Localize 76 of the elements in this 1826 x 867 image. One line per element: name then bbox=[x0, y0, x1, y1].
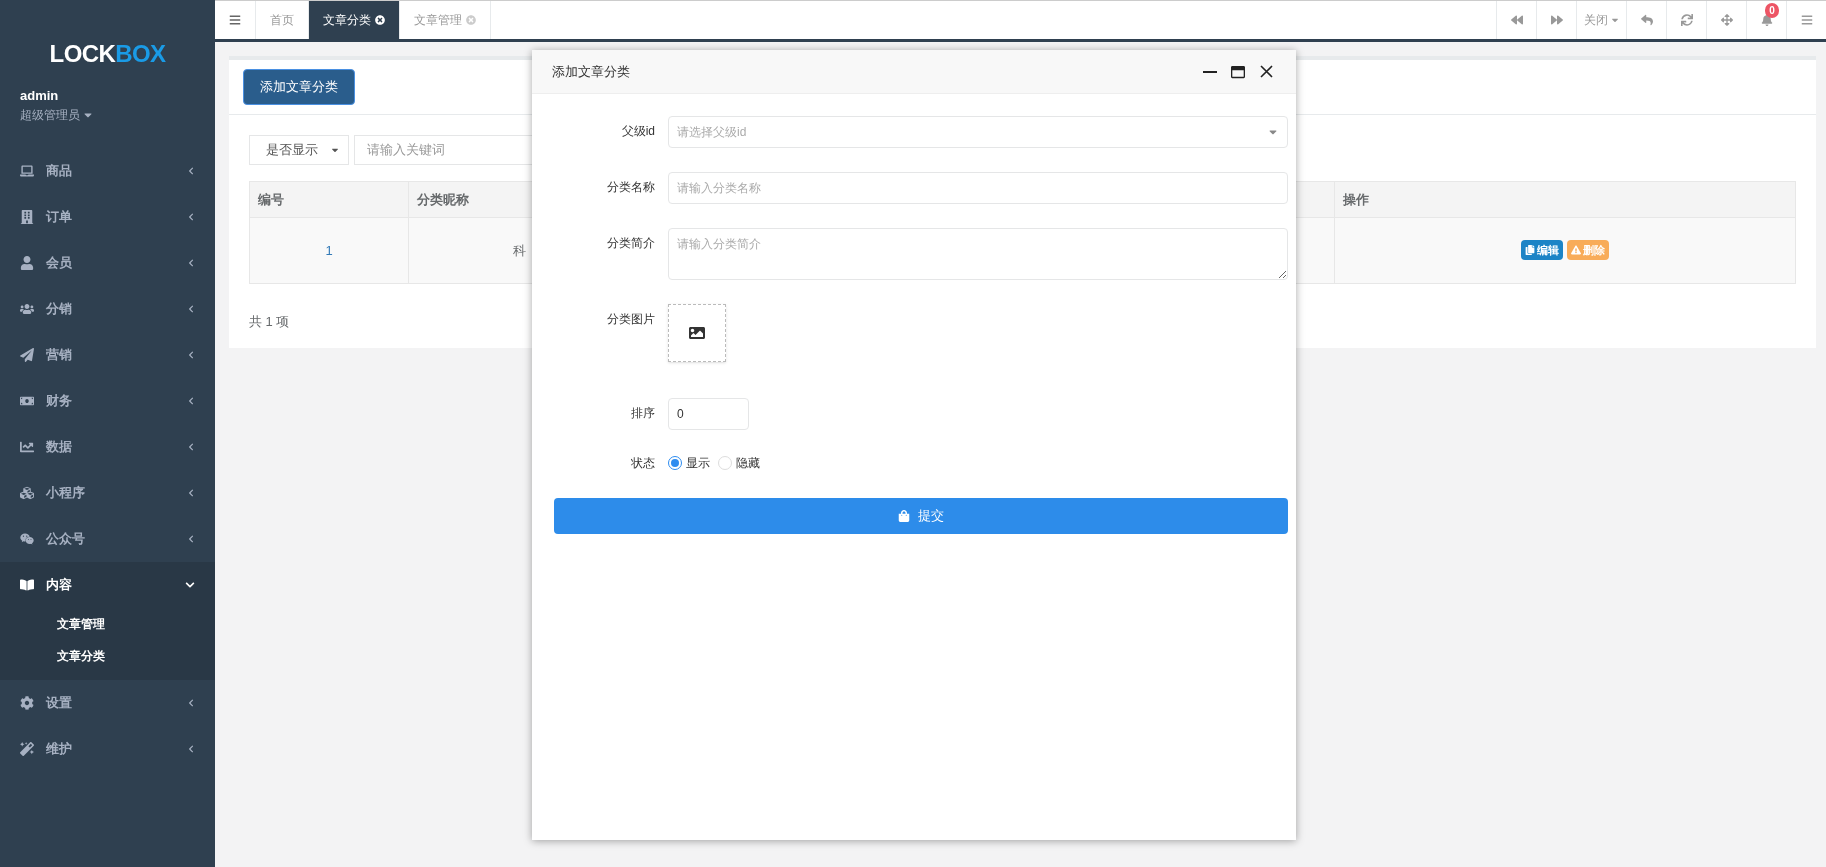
radio-label: 显示 bbox=[686, 455, 710, 472]
notification-badge: 0 bbox=[1765, 3, 1779, 18]
sidebar-item[interactable]: 数据 bbox=[0, 423, 215, 470]
field-label: 分类图片 bbox=[606, 311, 656, 328]
chevron-left-icon bbox=[187, 744, 195, 753]
close-menu-button[interactable]: 关闭 bbox=[1576, 1, 1626, 39]
chevron-left-icon bbox=[187, 350, 195, 359]
chevron-left-icon bbox=[187, 258, 195, 267]
cubes-icon bbox=[20, 485, 34, 500]
sidebar-item[interactable]: 营销 bbox=[0, 331, 215, 378]
menu-icon bbox=[229, 14, 241, 26]
user-icon bbox=[20, 255, 34, 270]
dialog-title: 添加文章分类 bbox=[552, 62, 631, 81]
close-icon bbox=[1259, 65, 1273, 78]
chevron-left-icon bbox=[187, 534, 195, 543]
chevron-down-icon bbox=[185, 579, 195, 590]
chat-bubbles-icon bbox=[20, 531, 34, 546]
building-icon bbox=[20, 209, 34, 224]
move-icon bbox=[1720, 14, 1733, 26]
sidebar-item[interactable]: 商品 bbox=[0, 147, 215, 194]
chevron-left-icon bbox=[187, 166, 195, 175]
warning-icon bbox=[1571, 245, 1581, 256]
chevron-left-icon bbox=[187, 488, 195, 497]
sidebar-item[interactable]: 分销 bbox=[0, 285, 215, 332]
column-header: 编号 bbox=[249, 181, 409, 218]
table-cell: 1 bbox=[249, 217, 409, 284]
sidebar-item[interactable]: 会员 bbox=[0, 239, 215, 286]
user-name: admin bbox=[20, 87, 60, 105]
rewind-icon bbox=[1510, 14, 1523, 26]
logo: LOCKBOX bbox=[49, 42, 166, 66]
sidebar-item[interactable]: 订单 bbox=[0, 193, 215, 240]
sidebar-item[interactable]: 内容 bbox=[0, 561, 215, 608]
magic-wand-icon bbox=[20, 741, 34, 756]
reply-icon bbox=[1640, 14, 1653, 26]
book-icon bbox=[20, 577, 34, 592]
bag-icon bbox=[898, 510, 910, 522]
field-label: 状态 bbox=[630, 455, 656, 472]
field-label: 排序 bbox=[630, 405, 656, 422]
chevron-left-icon bbox=[187, 396, 195, 405]
sort-field[interactable]: 0 bbox=[668, 398, 749, 430]
input-field[interactable]: 请输入分类名称 bbox=[668, 172, 1288, 204]
submenu-item[interactable]: 文章管理 bbox=[0, 607, 215, 640]
maximize-icon bbox=[1231, 64, 1245, 79]
copy-icon bbox=[1525, 245, 1535, 256]
chevron-left-icon bbox=[187, 304, 195, 313]
submit-button[interactable]: 提交 bbox=[554, 498, 1288, 534]
image-upload[interactable] bbox=[668, 304, 726, 362]
total-count: 共 1 项 bbox=[249, 313, 290, 331]
laptop-icon bbox=[20, 163, 34, 178]
close-icon[interactable] bbox=[375, 15, 385, 25]
users-icon bbox=[20, 301, 34, 316]
list-icon bbox=[1800, 14, 1813, 26]
sidebar-item[interactable]: 小程序 bbox=[0, 469, 215, 516]
visibility-select[interactable]: 是否显示 bbox=[249, 135, 349, 165]
image-icon bbox=[689, 325, 705, 341]
sidebar-item[interactable]: 财务 bbox=[0, 377, 215, 424]
chevron-left-icon bbox=[187, 698, 195, 707]
refresh-icon bbox=[1680, 14, 1693, 26]
edit-button[interactable]: 编辑 bbox=[1521, 240, 1563, 261]
sidebar-item[interactable]: 公众号 bbox=[0, 515, 215, 562]
chevron-left-icon bbox=[187, 442, 195, 451]
submenu-item[interactable]: 文章分类 bbox=[0, 639, 215, 672]
paper-plane-icon bbox=[20, 347, 34, 362]
radio-label: 隐藏 bbox=[736, 455, 760, 472]
gear-icon bbox=[20, 695, 34, 710]
sidebar-item[interactable]: 维护 bbox=[0, 725, 215, 772]
column-header: 操作 bbox=[1334, 181, 1796, 218]
notification-button[interactable]: 0 bbox=[1746, 1, 1786, 39]
page-tab[interactable]: 文章分类 bbox=[308, 1, 399, 39]
textarea-field[interactable]: 请输入分类简介 bbox=[668, 228, 1288, 280]
fast-forward-icon bbox=[1550, 14, 1563, 26]
line-chart-icon bbox=[20, 439, 34, 454]
add-category-button[interactable]: 添加文章分类 bbox=[243, 69, 355, 105]
role-dropdown[interactable]: 超级管理员 bbox=[20, 105, 94, 124]
sidebar-item[interactable]: 设置 bbox=[0, 679, 215, 726]
chevron-left-icon bbox=[187, 212, 195, 221]
